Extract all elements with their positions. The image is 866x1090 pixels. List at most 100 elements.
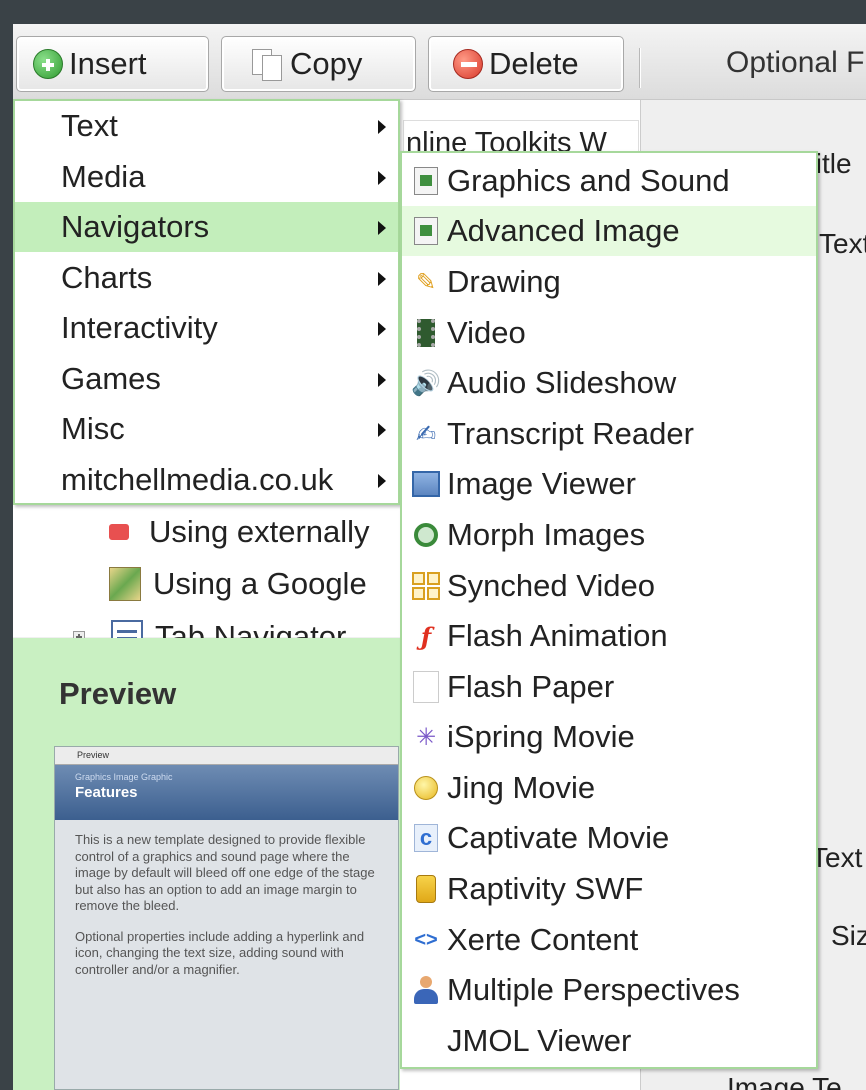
submenu-item-label: Morph Images <box>447 517 646 552</box>
submenu-item-label: Raptivity SWF <box>447 871 644 906</box>
code-icon: <> <box>414 928 438 951</box>
submenu-item-ispring-movie[interactable]: ✳ iSpring Movie <box>402 712 816 762</box>
tree-item-label: Using externally <box>149 514 370 549</box>
window-icon <box>406 466 446 502</box>
jar-icon <box>406 871 446 907</box>
submenu-item-synched-video[interactable]: Synched Video <box>402 561 816 611</box>
preview-title: Preview <box>59 676 177 711</box>
quill-icon: ✍ <box>415 420 437 448</box>
submenu-item-xerte-content[interactable]: <> Xerte Content <box>402 915 816 965</box>
flash-icon: ƒ <box>420 621 432 651</box>
pencil-icon: ✎ <box>415 268 437 296</box>
preview-thumbnail: Preview Graphics Image Graphic Features … <box>54 746 399 1090</box>
submenu-arrow-icon <box>378 322 386 336</box>
submenu-item-label: Image Viewer <box>447 466 636 501</box>
menu-item-navigators[interactable]: Navigators <box>15 202 398 252</box>
submenu-item-transcript-reader[interactable]: ✍ Transcript Reader <box>402 409 816 459</box>
submenu-item-label: Transcript Reader <box>447 416 694 451</box>
menu-item-charts[interactable]: Charts <box>15 253 398 303</box>
copy-icon <box>250 48 284 81</box>
submenu-item-jmol-viewer[interactable]: JMOL Viewer <box>402 1016 816 1066</box>
thumb-header: Graphics Image Graphic Features <box>55 765 398 820</box>
film-icon <box>406 315 446 351</box>
add-icon <box>33 49 63 79</box>
submenu-item-captivate-movie[interactable]: c Captivate Movie <box>402 813 816 863</box>
submenu-arrow-icon <box>378 221 386 235</box>
grid-icon <box>406 568 446 604</box>
media-icon <box>109 524 129 540</box>
delete-label: Delete <box>489 46 579 81</box>
submenu-item-label: Captivate Movie <box>447 820 670 855</box>
menu-item-label: mitchellmedia.co.uk <box>61 462 334 497</box>
optional-properties-label: Optional F <box>726 46 865 79</box>
submenu-item-label: Flash Paper <box>447 669 615 704</box>
submenu-item-label: Flash Animation <box>447 618 668 653</box>
submenu-item-label: Multiple Perspectives <box>447 972 740 1007</box>
menu-item-label: Navigators <box>61 209 210 244</box>
submenu-item-flash-animation[interactable]: ƒ Flash Animation <box>402 611 816 661</box>
magnifier-icon <box>406 517 446 553</box>
submenu-item-image-viewer[interactable]: Image Viewer <box>402 459 816 509</box>
navigators-submenu: Graphics and Sound Advanced Image ✎ Drawi… <box>400 151 818 1069</box>
submenu-arrow-icon <box>378 373 386 387</box>
insert-label: Insert <box>69 46 147 81</box>
submenu-item-flash-paper[interactable]: Flash Paper <box>402 662 816 712</box>
thumb-paragraph: Optional properties include adding a hyp… <box>75 928 365 977</box>
submenu-item-jing-movie[interactable]: Jing Movie <box>402 763 816 813</box>
submenu-arrow-icon <box>378 272 386 286</box>
thumb-title: Features <box>75 784 138 801</box>
submenu-item-audio-slideshow[interactable]: 🔊 Audio Slideshow <box>402 358 816 408</box>
spark-icon: ✳ <box>415 723 437 751</box>
menu-item-misc[interactable]: Misc <box>15 404 398 454</box>
copy-button[interactable]: Copy <box>221 36 416 92</box>
submenu-item-label: JMOL Viewer <box>447 1023 632 1058</box>
submenu-item-label: Drawing <box>447 264 561 299</box>
copy-label: Copy <box>290 46 363 81</box>
map-icon <box>109 567 141 601</box>
submenu-item-label: Audio Slideshow <box>447 365 677 400</box>
submenu-item-advanced-image[interactable]: Advanced Image <box>402 206 816 256</box>
submenu-item-multiple-perspectives[interactable]: Multiple Perspectives <box>402 965 816 1015</box>
thumb-paragraph: This is a new template designed to provi… <box>75 832 375 913</box>
submenu-item-label: Synched Video <box>447 568 655 603</box>
tree-item-label: Using a Google <box>153 566 367 601</box>
submenu-item-drawing[interactable]: ✎ Drawing <box>402 257 816 307</box>
menu-item-games[interactable]: Games <box>15 354 398 404</box>
page-image-icon <box>406 213 446 249</box>
submenu-arrow-icon <box>378 474 386 488</box>
menu-item-label: Text <box>61 108 118 143</box>
menu-item-interactivity[interactable]: Interactivity <box>15 303 398 353</box>
text-label: Text <box>819 228 866 259</box>
menu-item-text[interactable]: Text <box>15 101 398 151</box>
menu-item-label: Interactivity <box>61 310 218 345</box>
submenu-arrow-icon <box>378 423 386 437</box>
submenu-arrow-icon <box>378 120 386 134</box>
menu-item-label: Games <box>61 361 161 396</box>
speaker-icon: 🔊 <box>411 369 441 397</box>
submenu-item-label: Video <box>447 315 526 350</box>
delete-button[interactable]: Delete <box>428 36 624 92</box>
page-image-icon <box>406 163 446 199</box>
submenu-item-graphics-and-sound[interactable]: Graphics and Sound <box>402 156 816 206</box>
toolbar: Insert Copy Delete Optional F <box>13 24 866 100</box>
menu-item-label: Charts <box>61 260 153 295</box>
insert-menu: Text Media Navigators Charts Interactivi… <box>13 99 400 505</box>
menu-item-mitchellmedia[interactable]: mitchellmedia.co.uk <box>15 455 398 505</box>
toolbar-divider <box>639 48 641 88</box>
thumb-window-title: Preview <box>55 747 398 765</box>
delete-icon <box>453 49 483 79</box>
submenu-item-video[interactable]: Video <box>402 308 816 358</box>
insert-button[interactable]: Insert <box>16 36 209 92</box>
bulb-icon <box>406 770 446 806</box>
size-label: Siz <box>831 920 866 951</box>
tree-item-using-google[interactable]: Using a Google <box>109 559 367 609</box>
submenu-item-morph-images[interactable]: Morph Images <box>402 510 816 560</box>
text-label: Text <box>811 842 863 873</box>
tree-item-using-externally[interactable]: Using externally <box>109 507 370 557</box>
image-label: Image Te <box>727 1072 842 1090</box>
no-icon <box>406 1023 446 1059</box>
menu-item-label: Media <box>61 159 146 194</box>
thumb-body: This is a new template designed to provi… <box>55 820 398 978</box>
menu-item-media[interactable]: Media <box>15 152 398 202</box>
submenu-item-raptivity-swf[interactable]: Raptivity SWF <box>402 864 816 914</box>
